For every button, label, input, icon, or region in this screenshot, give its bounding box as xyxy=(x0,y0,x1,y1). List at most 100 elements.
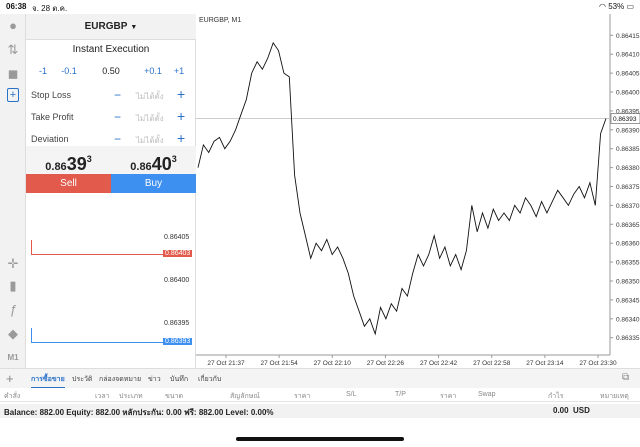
chart-svg[interactable]: EURGBP, M1 0.86415 0.86410 0.86405 0.86400 0.… xyxy=(196,14,640,368)
balance-profit: 0.00 USD xyxy=(553,406,590,415)
symbol-selector[interactable]: EURGBP ▼ xyxy=(26,14,196,40)
col-tp: T/P xyxy=(395,391,406,398)
take-profit-row: Take Profit − ไม่ได้ตั้ง + xyxy=(26,108,196,128)
balance-text: Balance: 882.00 Equity: 882.00 หลักประกั… xyxy=(4,408,274,417)
volume-value[interactable]: 0.50 xyxy=(96,66,126,76)
x-tick-label: 27 Oct 21:54 xyxy=(261,360,299,367)
volume-minus-0-1[interactable]: -0.1 xyxy=(56,66,82,76)
trade-icon[interactable]: ⇅ xyxy=(5,42,21,58)
y-tick-label: 0.86360 xyxy=(616,241,640,248)
y-tick-label: 0.86375 xyxy=(616,184,640,191)
stop-loss-label: Stop Loss xyxy=(31,90,72,100)
new-order-icon[interactable]: + xyxy=(7,88,19,102)
sell-button[interactable]: Sell xyxy=(26,174,111,193)
tab-trade[interactable]: การซื้อขาย xyxy=(31,374,65,389)
x-tick-label: 27 Oct 21:37 xyxy=(207,360,245,367)
y-tick-label: 0.86335 xyxy=(616,335,640,342)
take-profit-label: Take Profit xyxy=(31,112,74,122)
order-panel: EURGBP ▼ Instant Execution -1 -0.1 0.50 +… xyxy=(26,14,196,368)
volume-plus-0-1[interactable]: +0.1 xyxy=(140,66,166,76)
ask-line xyxy=(31,254,163,255)
level-label: 0.86395 xyxy=(164,320,190,327)
current-price-label: 0.86393 xyxy=(613,116,637,123)
take-profit-value[interactable]: ไม่ได้ตั้ง xyxy=(136,112,164,125)
add-icon[interactable]: + xyxy=(6,371,14,386)
bid-price-label: 0.86393 xyxy=(163,338,193,345)
user-icon[interactable]: ● xyxy=(5,18,21,34)
status-battery: ◠ 53% ▭ xyxy=(598,2,634,11)
terminal-tabs: + การซื้อขาย ประวัติ กล่องจดหมาย ข่าว บั… xyxy=(0,368,640,389)
col-price: ราคา xyxy=(294,393,311,400)
col-profit: กำไร xyxy=(548,393,564,400)
price-line xyxy=(197,41,607,336)
wifi-icon: ◠ xyxy=(598,2,606,11)
price-chart[interactable]: EURGBP, M1 0.86415 0.86410 0.86405 0.86400 0.… xyxy=(196,14,640,368)
deviation-plus[interactable]: + xyxy=(177,130,185,146)
col-swap: Swap xyxy=(478,391,496,398)
bottom-panel: + การซื้อขาย ประวัติ กล่องจดหมาย ข่าว บั… xyxy=(0,368,640,447)
y-tick-label: 0.86390 xyxy=(616,127,640,134)
x-tick-label: 27 Oct 22:58 xyxy=(473,360,511,367)
bid-marker xyxy=(31,328,32,342)
positions-header: คำสั่ง เวลา ประเภท ขนาด สัญลักษณ์ ราคา S… xyxy=(0,388,640,402)
buy-button[interactable]: Buy xyxy=(111,174,196,193)
tab-journal[interactable]: บันทึก xyxy=(170,374,188,385)
col-size: ขนาด xyxy=(165,393,184,400)
deviation-minus[interactable]: − xyxy=(114,132,121,146)
col-order: คำสั่ง xyxy=(4,393,21,400)
level-label: 0.86405 xyxy=(164,234,190,241)
chevron-down-icon: ▼ xyxy=(130,24,138,31)
col-comment: หมายเหตุ xyxy=(600,393,629,400)
tab-mailbox[interactable]: กล่องจดหมาย xyxy=(99,374,141,385)
balance-bar: Balance: 882.00 Equity: 882.00 หลักประกั… xyxy=(0,404,640,418)
x-tick-label: 27 Oct 22:10 xyxy=(314,360,352,367)
x-tick-label: 27 Oct 23:30 xyxy=(579,360,617,367)
execution-type[interactable]: Instant Execution xyxy=(26,44,196,55)
level-label: 0.86400 xyxy=(164,277,190,284)
indicators-icon[interactable]: ƒ xyxy=(5,302,21,318)
ask-price-label: 0.86403 xyxy=(163,250,193,257)
stop-loss-minus[interactable]: − xyxy=(114,88,121,102)
take-profit-minus[interactable]: − xyxy=(114,110,121,124)
col-symbol: สัญลักษณ์ xyxy=(230,393,260,400)
y-tick-label: 0.86400 xyxy=(616,90,640,97)
candles-icon[interactable]: ▮ xyxy=(5,278,21,294)
panel-toggle-icon[interactable]: ⧉ xyxy=(622,372,629,383)
y-tick-label: 0.86340 xyxy=(616,316,640,323)
status-time: 06:38 xyxy=(6,2,27,11)
objects-icon[interactable]: ◆ xyxy=(5,326,21,342)
x-tick-label: 27 Oct 22:42 xyxy=(420,360,458,367)
y-tick-label: 0.86350 xyxy=(616,278,640,285)
x-tick-label: 27 Oct 23:14 xyxy=(526,360,564,367)
ask-marker xyxy=(31,240,32,254)
y-tick-label: 0.86405 xyxy=(616,71,640,78)
tab-about[interactable]: เกี่ยวกับ xyxy=(198,374,221,385)
battery-icon: ▭ xyxy=(626,2,634,11)
y-tick-label: 0.86345 xyxy=(616,297,640,304)
chart-title: EURGBP, M1 xyxy=(199,17,241,24)
chat-icon[interactable]: ◼ xyxy=(5,66,21,82)
col-type: ประเภท xyxy=(119,393,143,400)
tab-news[interactable]: ข่าว xyxy=(148,374,161,385)
y-tick-label: 0.86355 xyxy=(616,260,640,267)
volume-minus-1[interactable]: -1 xyxy=(30,66,56,76)
y-tick-label: 0.86365 xyxy=(616,222,640,229)
left-toolbar: ● ⇅ ◼ + ✛ ▮ ƒ ◆ M1 xyxy=(0,14,26,368)
timeframe-icon[interactable]: M1 xyxy=(5,350,21,366)
stop-loss-plus[interactable]: + xyxy=(177,86,185,102)
y-tick-label: 0.86415 xyxy=(616,33,640,40)
deviation-label: Deviation xyxy=(31,134,69,144)
tab-history[interactable]: ประวัติ xyxy=(72,374,92,385)
stop-loss-value[interactable]: ไม่ได้ตั้ง xyxy=(136,90,164,103)
take-profit-plus[interactable]: + xyxy=(177,108,185,124)
y-tick-label: 0.86370 xyxy=(616,203,640,210)
col-price-current: ราคา xyxy=(440,393,457,400)
crosshair-icon[interactable]: ✛ xyxy=(5,256,21,272)
volume-plus-1[interactable]: +1 xyxy=(166,66,192,76)
col-sl: S/L xyxy=(346,391,357,398)
home-indicator[interactable] xyxy=(236,437,404,441)
y-tick-label: 0.86410 xyxy=(616,52,640,59)
col-time: เวลา xyxy=(95,393,110,400)
status-bar: 06:38 จ. 28 ต.ค. ◠ 53% ▭ xyxy=(0,0,640,14)
x-tick-label: 27 Oct 22:26 xyxy=(367,360,405,367)
